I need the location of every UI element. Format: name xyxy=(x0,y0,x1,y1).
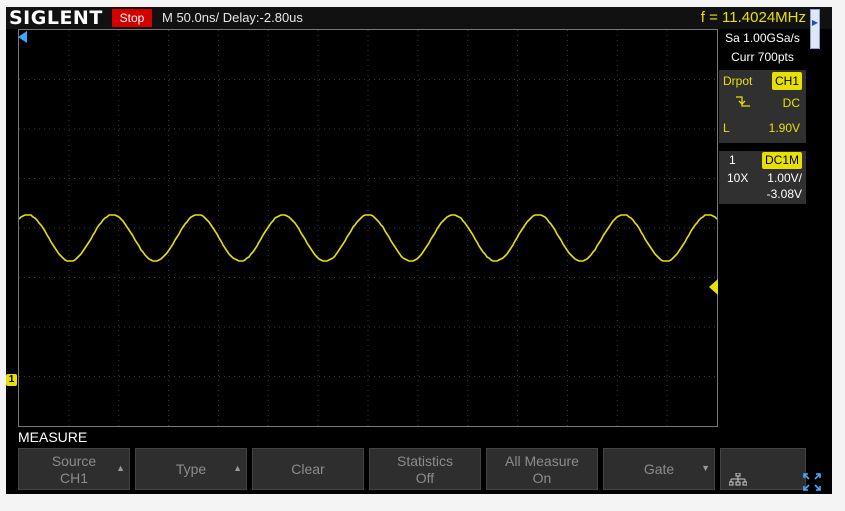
panel-scrollbar[interactable]: ▶ xyxy=(810,9,820,49)
channel-number: 1 xyxy=(729,153,736,167)
softkey-label: Source xyxy=(51,453,97,469)
memory-depth: Curr 700pts xyxy=(731,50,794,64)
timebase-readout[interactable]: M 50.0ns/ Delay:-2.80us xyxy=(162,7,303,29)
trigger-info-panel[interactable]: Drpot CH1 DC L 1.90V xyxy=(719,70,806,143)
softkey-value: Off xyxy=(415,470,435,486)
channel-coupling-badge: DC1M xyxy=(761,152,802,169)
trigger-mode: Drpot xyxy=(723,74,753,88)
softkey-source[interactable]: Source CH1 ▲ xyxy=(18,448,130,490)
sample-rate: Sa 1.00GSa/s xyxy=(725,31,800,45)
softkey-label: Clear xyxy=(291,461,325,477)
falling-edge-icon xyxy=(736,96,750,107)
softkey-clear[interactable]: Clear xyxy=(252,448,364,490)
up-arrow-icon: ▲ xyxy=(233,463,242,473)
acquisition-info: Sa 1.00GSa/s Curr 700pts xyxy=(719,29,806,69)
oscilloscope-screen: SIGLENT Stop M 50.0ns/ Delay:-2.80us f =… xyxy=(6,7,832,494)
trigger-source-badge: CH1 xyxy=(771,72,802,90)
frequency-counter: f = 11.4024MHz xyxy=(700,9,806,26)
probe-attenuation: 10X xyxy=(727,171,749,185)
softkey-label: Gate xyxy=(643,461,675,477)
up-arrow-icon: ▲ xyxy=(116,463,125,473)
softkey-label: All Measure xyxy=(505,453,579,469)
channel1-waveform-trace xyxy=(19,214,717,262)
softkey-value: On xyxy=(532,470,552,486)
scroll-right-icon[interactable]: ▶ xyxy=(810,18,820,27)
softkey-statistics[interactable]: Statistics Off xyxy=(369,448,481,490)
softkey-label: Type xyxy=(175,461,207,477)
trigger-position-marker-icon[interactable] xyxy=(18,31,27,43)
trigger-coupling: DC xyxy=(782,96,800,110)
run-stop-status[interactable]: Stop xyxy=(112,9,152,27)
channel-offset: -3.08V xyxy=(766,187,802,201)
brand-logo: SIGLENT xyxy=(9,7,103,29)
down-arrow-icon: ▼ xyxy=(701,463,710,473)
trigger-level-marker-icon[interactable] xyxy=(709,279,718,295)
trigger-level-label: L xyxy=(723,121,730,135)
trigger-level-value: 1.90V xyxy=(768,121,800,135)
network-status-button[interactable] xyxy=(720,448,806,490)
channel1-ground-marker[interactable]: 1 xyxy=(6,374,17,386)
softkey-type[interactable]: Type ▲ xyxy=(135,448,247,490)
graticule xyxy=(19,30,717,426)
network-icon xyxy=(729,473,747,486)
menu-title: MEASURE xyxy=(18,429,88,445)
top-status-bar: SIGLENT Stop M 50.0ns/ Delay:-2.80us f =… xyxy=(6,7,832,49)
volts-per-division: 1.00V/ xyxy=(767,171,802,185)
fullscreen-icon[interactable] xyxy=(803,473,821,491)
waveform-grid[interactable] xyxy=(18,29,718,427)
softkey-value: CH1 xyxy=(59,470,88,486)
softkey-all-measure[interactable]: All Measure On xyxy=(486,448,598,490)
softkey-label: Statistics xyxy=(396,453,453,469)
softkey-gate[interactable]: Gate ▼ xyxy=(603,448,715,490)
channel1-info-panel[interactable]: 1 DC1M 10X 1.00V/ -3.08V xyxy=(719,151,806,204)
